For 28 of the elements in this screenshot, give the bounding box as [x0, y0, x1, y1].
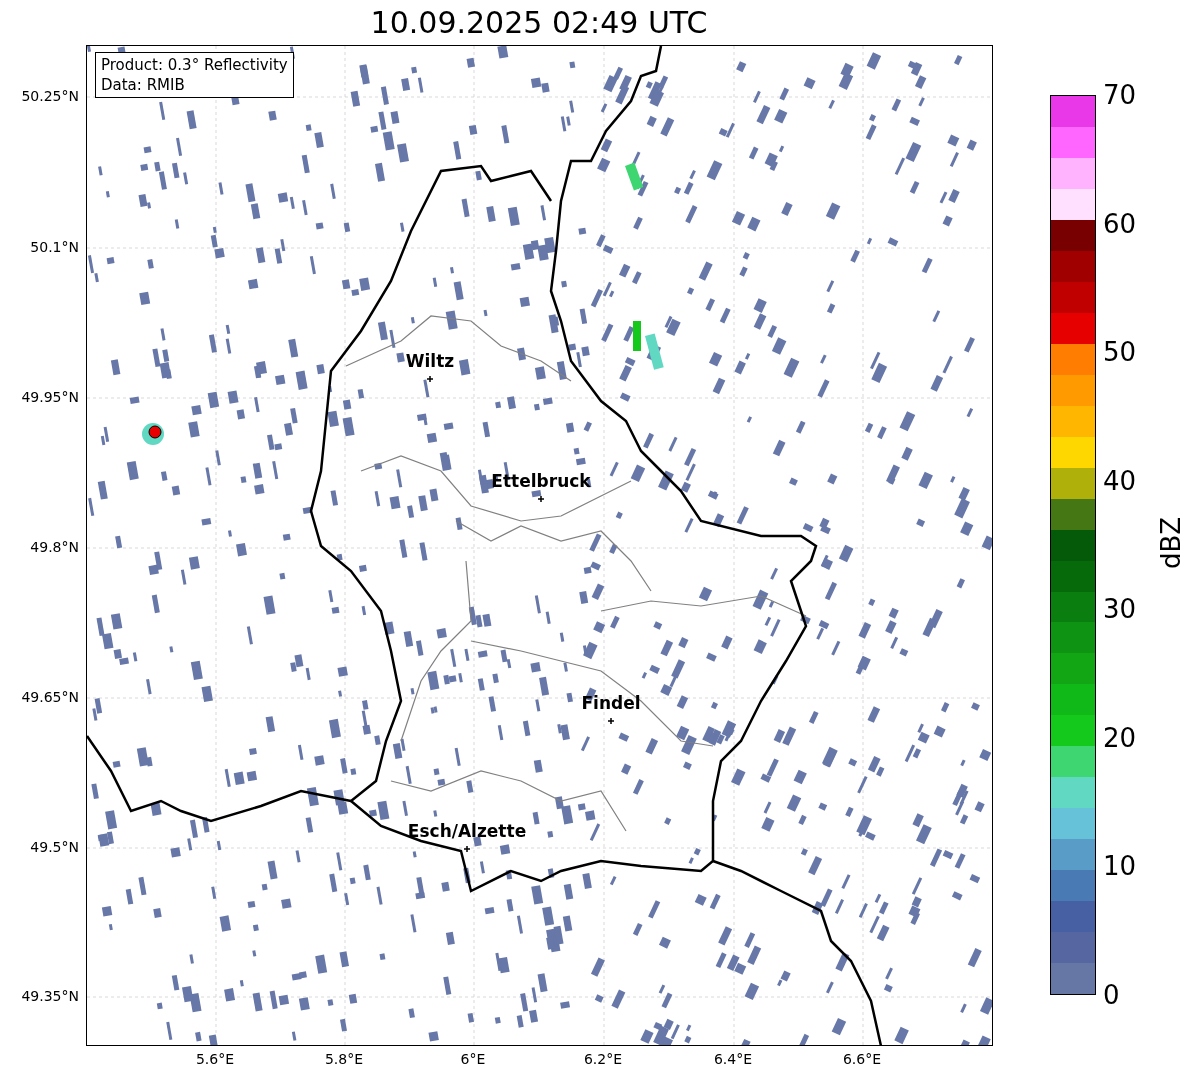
colorbar-tick-label: 0	[1103, 982, 1120, 1008]
colorbar-tick-label: 40	[1103, 467, 1137, 494]
colorbar-label: dBZ	[1158, 516, 1184, 570]
longitude-label: 6°E	[460, 1052, 486, 1066]
latitude-label: 49.8°N	[30, 540, 79, 554]
longitude-label: 6.6°E	[842, 1052, 882, 1066]
latitude-label: 50.25°N	[21, 89, 79, 103]
info-text: Data: RMIB	[101, 75, 186, 95]
longitude-label: 5.6°E	[195, 1052, 235, 1066]
city-label: Esch/Alzette	[407, 823, 527, 840]
colorbar-tick-label: 20	[1103, 724, 1137, 751]
colorbar-tick-label: 70	[1103, 82, 1137, 108]
latitude-label: 49.35°N	[21, 989, 79, 1003]
city-label: Wiltz	[405, 353, 455, 370]
longitude-label: 6.4°E	[713, 1052, 753, 1066]
colorbar-tick-label: 30	[1103, 596, 1137, 623]
chart-title: 10.09.2025 02:49 UTC	[370, 7, 708, 38]
latitude-label: 49.95°N	[21, 390, 79, 404]
colorbar-tick-label: 10	[1103, 853, 1137, 880]
longitude-label: 6.2°E	[583, 1052, 623, 1066]
colorbar-tick-label: 50	[1103, 339, 1137, 366]
latitude-label: 49.5°N	[30, 840, 79, 854]
colorbar-tick-label: 60	[1103, 210, 1137, 237]
city-label: Findel	[581, 695, 641, 712]
info-text: Product: 0.3° Reflectivity	[101, 55, 288, 75]
longitude-label: 5.8°E	[324, 1052, 364, 1066]
latitude-label: 50.1°N	[30, 240, 79, 254]
latitude-label: 49.65°N	[21, 690, 79, 704]
